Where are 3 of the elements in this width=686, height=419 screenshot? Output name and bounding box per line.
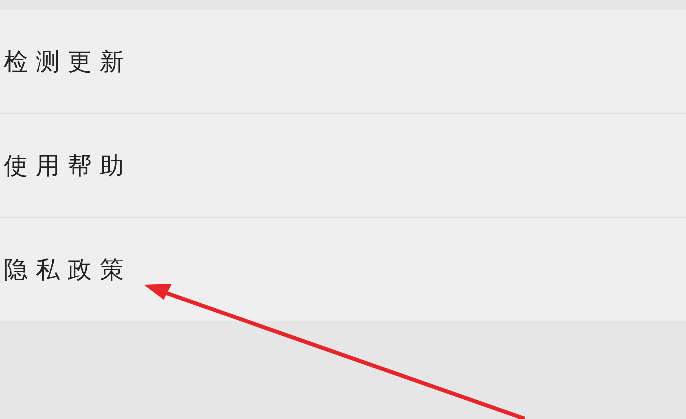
menu-item[interactable]: 使用帮助 (0, 114, 686, 217)
menu-item[interactable]: 隐私政策 (0, 218, 686, 321)
menu-item[interactable]: 检测更新 (0, 10, 686, 113)
